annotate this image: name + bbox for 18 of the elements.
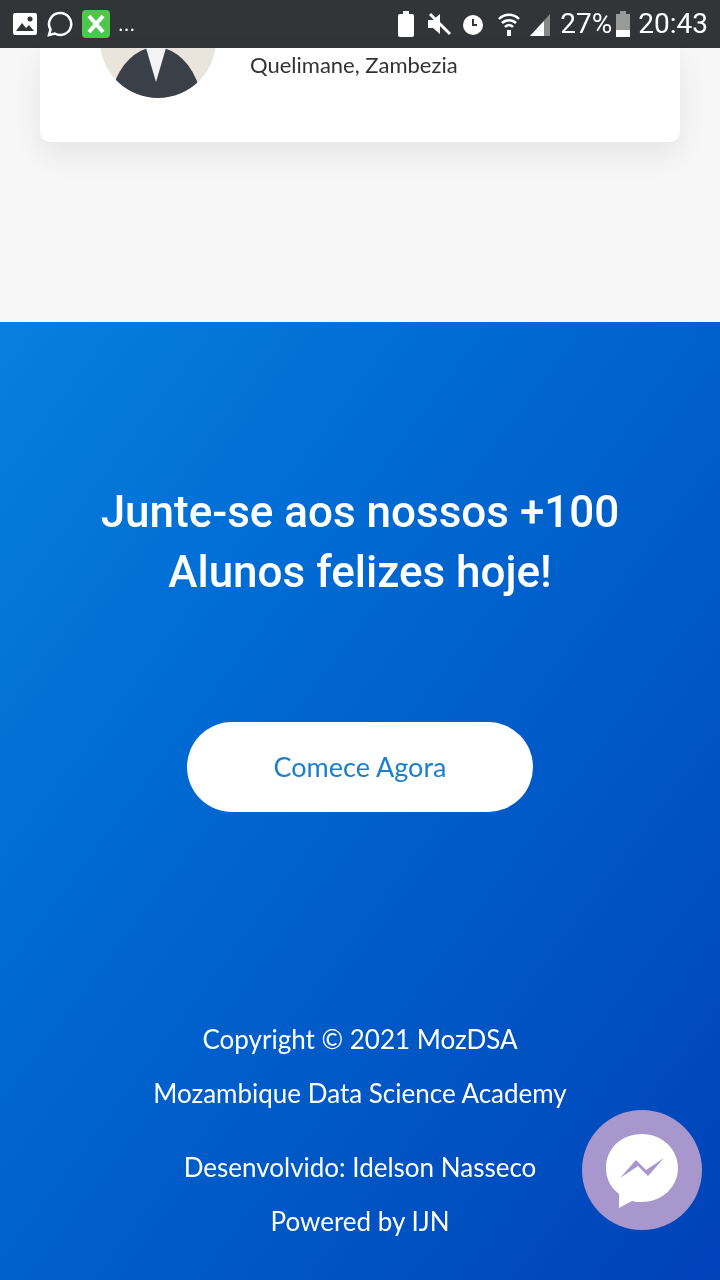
cta-heading: Junte-se aos nossos +100 Alunos felizes hoje! [99,485,621,600]
footer-text: Copyright © 2021 MozDSA [202,1022,518,1056]
image-icon [12,12,38,36]
signal-icon [528,12,553,36]
more-notifications: ... [118,13,136,35]
footer-text: Mozambique Data Science Academy [153,1076,567,1110]
app-icon [82,10,110,38]
battery-icon [616,11,631,37]
profile-location: Quelimane, Zambezia [250,50,458,76]
start-now-button[interactable]: Comece Agora [187,722,533,812]
battery-saver-icon [398,11,415,37]
battery-percent: 27% [560,10,613,38]
footer-text: Desenvolvido: Idelson Nasseco [183,1150,537,1184]
clock-time: 20:43 [638,10,708,38]
wifi-icon [498,11,521,37]
chat-icon [46,10,74,38]
mute-icon [426,12,453,36]
footer-text: Powered by IJN [270,1204,450,1238]
